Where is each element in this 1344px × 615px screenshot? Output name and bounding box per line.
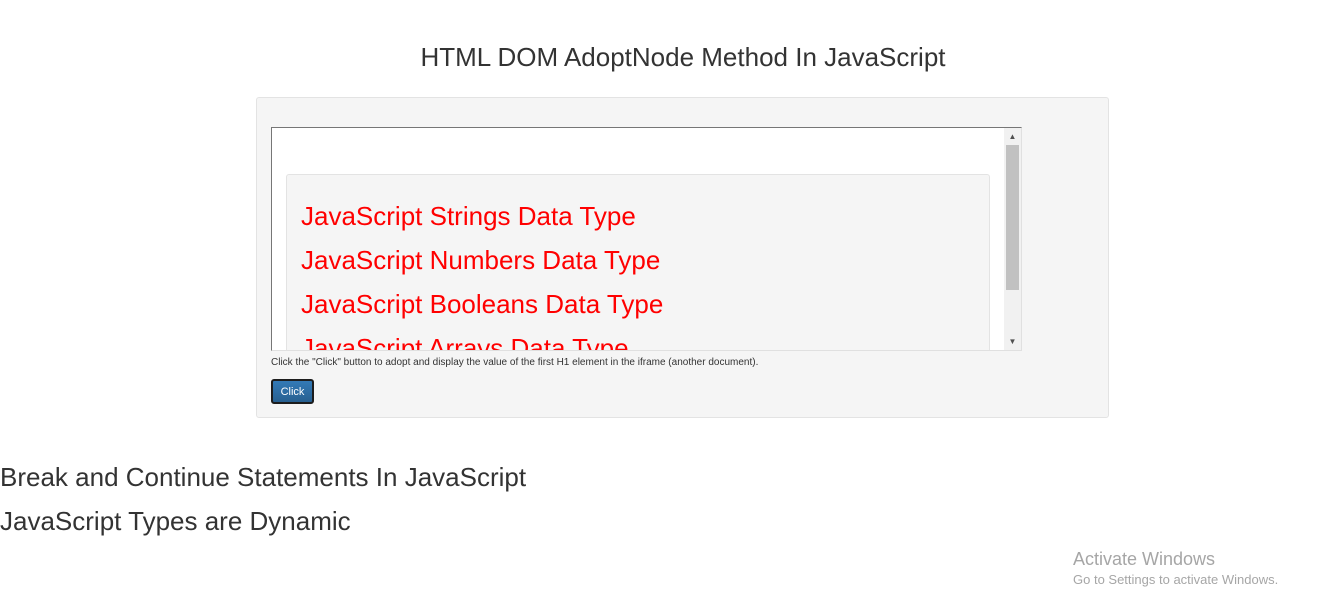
iframe-scrollbar[interactable]: ▲ ▼	[1004, 128, 1021, 350]
page-title: HTML DOM AdoptNode Method In JavaScript	[420, 42, 946, 72]
result-line-2: JavaScript Types are Dynamic	[0, 506, 351, 536]
scroll-down-arrow-icon[interactable]: ▼	[1004, 333, 1021, 350]
watermark-title: Activate Windows	[1073, 549, 1216, 569]
result-line-1: Break and Continue Statements In JavaScr…	[0, 462, 527, 492]
activate-windows-watermark: Activate Windows Go to Settings to activ…	[1073, 548, 1278, 590]
page: HTML DOM AdoptNode Method In JavaScript …	[0, 0, 1344, 615]
click-button[interactable]: Click	[271, 379, 314, 404]
instruction-text: Click the "Click" button to adopt and di…	[271, 357, 759, 368]
iframe-heading-strings: JavaScript Strings Data Type	[301, 201, 636, 231]
iframe-heading-arrays: JavaScript Arrays Data Type	[301, 333, 629, 351]
iframe-frame[interactable]: JavaScript Strings Data Type JavaScript …	[271, 127, 1022, 351]
watermark-subtitle: Go to Settings to activate Windows.	[1073, 572, 1279, 587]
scroll-thumb[interactable]	[1006, 145, 1019, 290]
iframe-content-well: JavaScript Strings Data Type JavaScript …	[286, 174, 990, 351]
demo-panel: JavaScript Strings Data Type JavaScript …	[256, 97, 1109, 418]
iframe-heading-booleans: JavaScript Booleans Data Type	[301, 289, 664, 319]
iframe-heading-numbers: JavaScript Numbers Data Type	[301, 245, 661, 275]
scroll-up-arrow-icon[interactable]: ▲	[1004, 128, 1021, 145]
